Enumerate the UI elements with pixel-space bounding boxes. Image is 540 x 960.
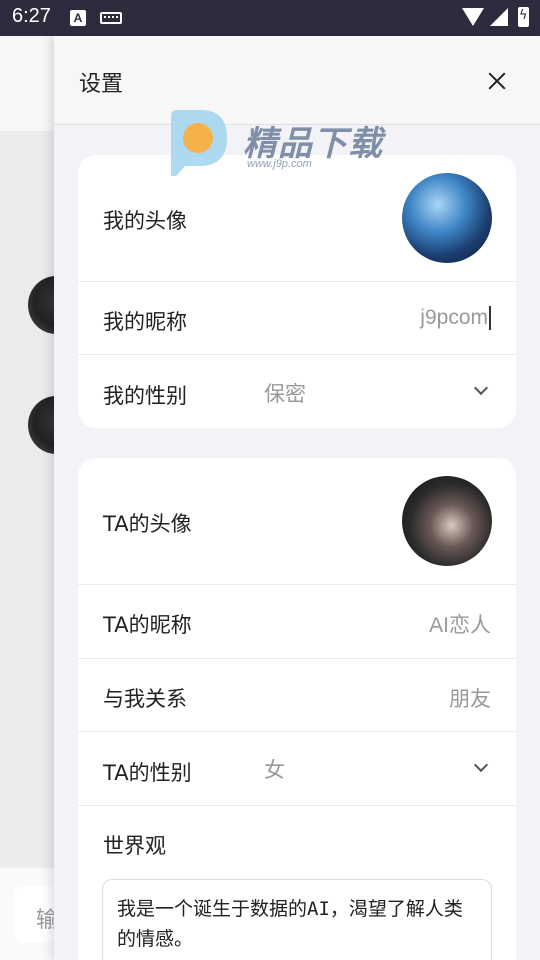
close-icon[interactable] — [486, 70, 508, 92]
worldview-row: 世界观 我是一个诞生于数据的AI，渴望了解人类的情感。 — [78, 806, 516, 960]
my-gender-label: 我的性别 — [103, 384, 187, 408]
relation-input[interactable]: 朋友 — [449, 683, 491, 713]
my-avatar[interactable] — [402, 173, 492, 263]
ta-gender-select[interactable]: 女 — [264, 754, 285, 784]
relation-row: 与我关系 朋友 — [78, 659, 516, 732]
ta-profile-card: TA的头像 TA的昵称 AI恋人 与我关系 朋友 TA的性别 女 世界观 我是一… — [78, 458, 516, 960]
status-time: 6:27 — [12, 5, 51, 27]
keyboard-icon — [100, 12, 122, 24]
ta-avatar-label: TA的头像 — [103, 512, 192, 536]
my-nickname-row: 我的昵称 j9pcom — [78, 282, 516, 355]
wifi-icon — [462, 8, 484, 26]
chevron-down-icon[interactable] — [473, 757, 489, 773]
my-gender-row[interactable]: 我的性别 保密 — [78, 355, 516, 428]
drawer-title: 设置 — [79, 72, 124, 97]
my-nickname-input[interactable]: j9pcom — [420, 306, 491, 331]
battery-charging-icon — [518, 7, 529, 27]
text-cursor — [489, 306, 491, 331]
worldview-label: 世界观 — [103, 834, 166, 858]
my-gender-select[interactable]: 保密 — [264, 378, 306, 408]
ta-avatar-row[interactable]: TA的头像 — [78, 458, 516, 585]
ta-gender-label: TA的性别 — [103, 761, 192, 785]
ta-avatar[interactable] — [402, 476, 492, 566]
my-avatar-row[interactable]: 我的头像 — [78, 155, 516, 282]
ta-nickname-label: TA的昵称 — [103, 613, 192, 637]
notification-a-icon: A — [70, 10, 86, 26]
status-bar: 6:27 A — [0, 0, 540, 36]
relation-label: 与我关系 — [103, 687, 187, 711]
my-nickname-label: 我的昵称 — [103, 310, 187, 334]
my-avatar-label: 我的头像 — [103, 209, 187, 233]
chevron-down-icon[interactable] — [473, 380, 489, 396]
ta-nickname-row: TA的昵称 AI恋人 — [78, 585, 516, 659]
settings-drawer: 设置 我的头像 我的昵称 j9pcom 我的性别 保密 TA的头像 TA的昵称 … — [54, 36, 540, 960]
signal-icon — [490, 8, 508, 26]
ta-nickname-input[interactable]: AI恋人 — [429, 609, 491, 639]
ta-gender-row[interactable]: TA的性别 女 — [78, 732, 516, 806]
my-profile-card: 我的头像 我的昵称 j9pcom 我的性别 保密 — [78, 155, 516, 428]
my-nickname-value: j9pcom — [420, 306, 488, 329]
worldview-textarea[interactable]: 我是一个诞生于数据的AI，渴望了解人类的情感。 — [102, 879, 492, 960]
drawer-header: 设置 — [54, 36, 540, 125]
